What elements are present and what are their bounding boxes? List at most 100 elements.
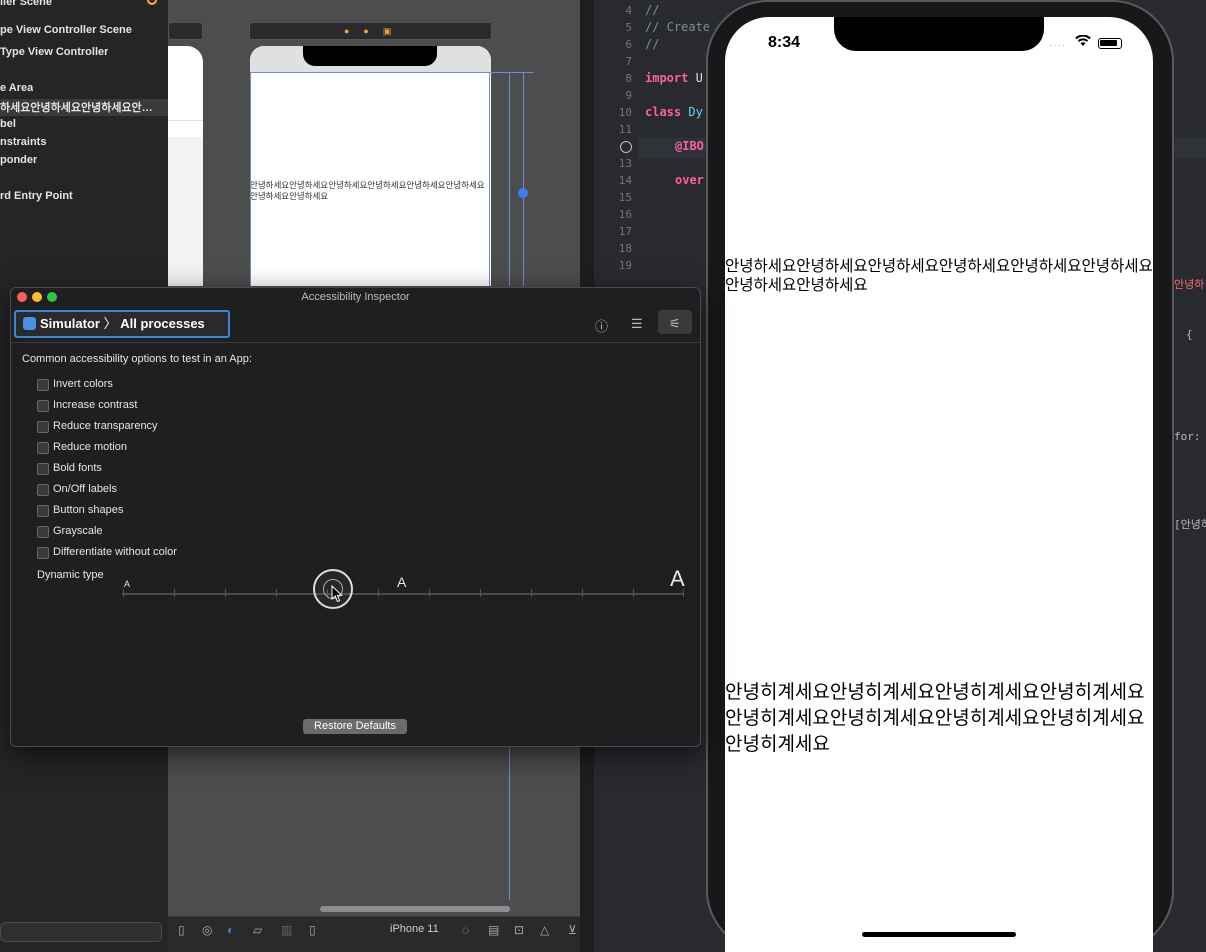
canvas-horizontal-scrollbar[interactable] [320, 906, 510, 912]
code-line-10: class Dy [645, 105, 703, 119]
code-line-14: over [675, 173, 704, 187]
checkbox[interactable] [37, 421, 49, 433]
options-heading: Common accessibility options to test in … [22, 353, 252, 365]
line-number: 11 [618, 123, 632, 136]
window-title: Accessibility Inspector [301, 291, 410, 303]
scene-dock-icons[interactable]: ●●▣ [344, 26, 405, 37]
option-label: Increase contrast [53, 399, 138, 411]
line-number: 6 [625, 38, 632, 51]
device-notch [834, 17, 1044, 51]
slider-tick [531, 589, 532, 597]
left-guide [250, 72, 251, 286]
code-class-name: Dy [681, 105, 703, 119]
slider-tick [582, 589, 583, 597]
window-zoom-button[interactable] [47, 292, 57, 302]
status-bar-time: 8:34 [768, 34, 801, 51]
default-type-glyph: A [397, 574, 407, 590]
storyboard-scene[interactable] [250, 46, 491, 286]
code-line-8: import U [645, 71, 703, 85]
safe-area-guide [250, 72, 533, 73]
outline-item-first-responder[interactable]: ponder [0, 154, 37, 166]
checkbox[interactable] [37, 484, 49, 496]
home-indicator[interactable] [862, 932, 1016, 937]
slider-tick [225, 589, 226, 597]
orientation-icon[interactable]: ▱ [253, 923, 262, 937]
device-icon[interactable]: ▯ [309, 923, 316, 937]
sliders-icon[interactable]: ⚟ [669, 316, 681, 332]
constraint-guide-1 [509, 72, 510, 286]
window-minimize-button[interactable] [32, 292, 42, 302]
outline-item-storyboard-entry-point[interactable]: rd Entry Point [0, 190, 73, 202]
line-number: 18 [618, 242, 632, 255]
align-icon[interactable]: ▤ [488, 923, 499, 937]
split-icon[interactable]: ▥ [281, 923, 292, 937]
outline-item-label-selected[interactable]: 하세요안녕하세요안녕하세요안… [0, 99, 168, 116]
line-number: 13 [618, 157, 632, 170]
code-line-5: // Create [645, 20, 711, 34]
checkbox[interactable] [37, 379, 49, 391]
line-number: 5 [625, 21, 632, 34]
outline-item-label[interactable]: bel [0, 118, 16, 130]
option-label: Bold fonts [53, 462, 102, 474]
keyword-class: class [645, 105, 682, 119]
restore-defaults-button[interactable]: Restore Defaults [303, 719, 407, 734]
code-fragment-brace: { [1186, 328, 1193, 341]
scene-bar-left[interactable] [168, 22, 203, 40]
info-icon[interactable]: ⓘ [595, 316, 608, 335]
slider-tick [429, 589, 430, 597]
target-chooser[interactable]: Simulator 〉 All processes [14, 310, 230, 338]
line-number: 4 [625, 4, 632, 17]
constraint-handle[interactable] [518, 188, 528, 198]
target-process-label: All processes [120, 316, 205, 331]
code-fragment-korean: 안녕하 [1174, 278, 1205, 291]
line-number: 19 [618, 259, 632, 272]
checkbox[interactable] [37, 505, 49, 517]
storyboard-notch [303, 46, 437, 66]
outline-item-safe-area[interactable]: e Area [0, 82, 33, 94]
storyboard-label[interactable]: 안녕하세요안녕하세요안녕하세요안녕하세요안녕하세요안녕하세요안녕하세요안녕하세요 [250, 180, 491, 202]
slider-tick [276, 589, 277, 597]
checkbox[interactable] [37, 463, 49, 475]
audit-icon[interactable]: ☰ [631, 316, 643, 332]
option-label: Reduce transparency [53, 420, 158, 432]
option-label: Button shapes [53, 504, 124, 516]
wifi-icon [1075, 34, 1091, 50]
embed-icon[interactable]: ⊻ [568, 923, 577, 937]
appearance-icon[interactable]: ◐ [227, 923, 234, 937]
toolbar-divider [11, 342, 700, 343]
code-line-12: @IBO [675, 139, 704, 153]
outline-item-constraints[interactable]: nstraints [0, 136, 46, 148]
line-number: 7 [625, 55, 632, 68]
simulator-screen[interactable] [725, 17, 1153, 952]
device-label[interactable]: iPhone 11 [390, 923, 439, 935]
battery-icon [1098, 38, 1122, 49]
add-constraints-icon[interactable]: ⊡ [514, 923, 524, 937]
slider-tick [174, 589, 175, 597]
constraint-guide-2 [523, 72, 524, 286]
checkbox[interactable] [37, 400, 49, 412]
toggle-outline-icon[interactable]: ▯ [178, 923, 185, 937]
line-number: 14 [618, 174, 632, 187]
code-fragment-korean-2: [안녕하 [1174, 518, 1206, 531]
scene-left-divider [168, 120, 203, 121]
checkbox[interactable] [37, 547, 49, 559]
outline-item-view-controller-scene[interactable]: pe View Controller Scene [0, 24, 132, 36]
outline-item-scene[interactable]: ller Scene [0, 0, 52, 8]
window-close-button[interactable] [17, 292, 27, 302]
line-number: 8 [625, 72, 632, 85]
connection-dot-icon[interactable] [620, 141, 632, 153]
resolve-issues-icon[interactable]: △ [540, 923, 549, 937]
option-label: Reduce motion [53, 441, 127, 453]
large-type-glyph: A [670, 566, 685, 591]
outline-item-view-controller[interactable]: Type View Controller [0, 46, 108, 58]
code-line-6: // [645, 37, 660, 51]
update-frames-icon[interactable]: ◌ [462, 923, 469, 937]
outline-filter-field[interactable] [0, 922, 162, 942]
checkbox[interactable] [37, 526, 49, 538]
checkbox[interactable] [37, 442, 49, 454]
dynamic-type-slider[interactable] [122, 593, 684, 595]
dynamic-label-bottom: 안녕히계세요안녕히계세요안녕히계세요안녕히계세요안녕히계세요안녕히계세요안녕히계… [725, 681, 1145, 755]
chevron-right-icon: 〉 [103, 316, 117, 331]
line-number: 17 [618, 225, 632, 238]
accessibility-icon[interactable]: ◎ [202, 923, 212, 937]
